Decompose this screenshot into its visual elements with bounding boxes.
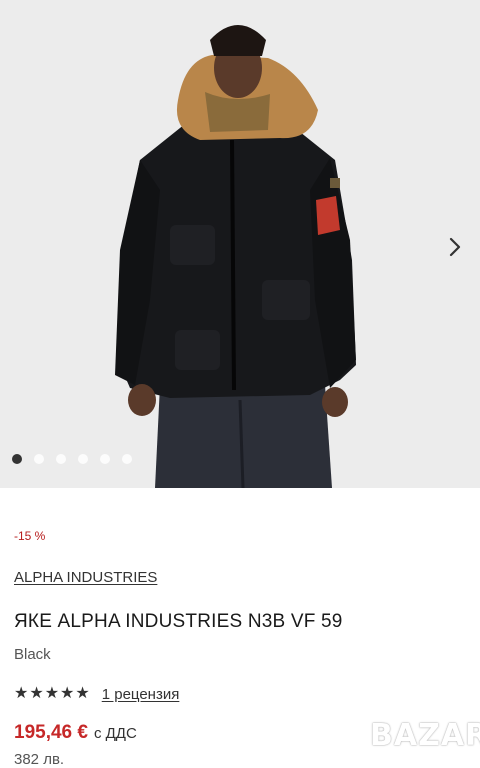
chevron-right-icon <box>449 237 461 257</box>
rating-stars: ★ ★ ★ ★ ★ <box>14 685 90 703</box>
star-icon: ★ <box>14 685 29 702</box>
star-icon: ★ <box>60 685 75 702</box>
star-icon: ★ <box>75 685 90 702</box>
gallery-dot[interactable] <box>12 454 22 464</box>
gallery-dot[interactable] <box>100 454 110 464</box>
reviews-link[interactable]: 1 рецензия <box>102 686 180 703</box>
product-image-gallery[interactable] <box>0 0 480 488</box>
gallery-pagination <box>12 454 132 464</box>
product-title: ЯКЕ ALPHA INDUSTRIES N3B VF 59 <box>14 611 343 632</box>
price-row: 195,46 € с ДДС <box>14 722 137 744</box>
vat-label: с ДДС <box>93 725 137 742</box>
price-bgn: 382 лв. <box>14 751 65 768</box>
gallery-next-button[interactable] <box>440 232 470 262</box>
product-color: Black <box>14 646 51 663</box>
gallery-dot[interactable] <box>34 454 44 464</box>
product-rating: ★ ★ ★ ★ ★ 1 рецензия <box>14 685 179 703</box>
gallery-dot[interactable] <box>56 454 66 464</box>
bazar-watermark: BAZAR <box>370 718 480 753</box>
gallery-dot[interactable] <box>78 454 88 464</box>
product-photo <box>0 0 480 488</box>
discount-badge: -15 % <box>14 529 46 543</box>
star-icon: ★ <box>44 685 60 702</box>
star-icon: ★ <box>29 685 44 702</box>
gallery-dot[interactable] <box>122 454 132 464</box>
brand-link[interactable]: ALPHA INDUSTRIES <box>14 569 157 586</box>
price-eur: 195,46 € <box>14 722 88 743</box>
